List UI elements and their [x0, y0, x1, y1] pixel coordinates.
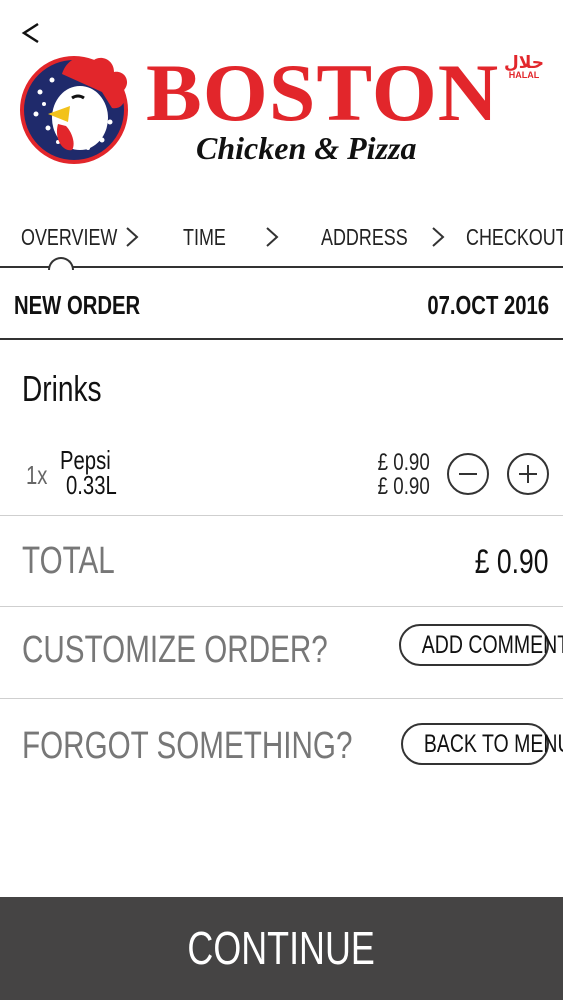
halal-label: HALAL	[508, 70, 540, 80]
halal-badge: حلال HALAL	[502, 54, 546, 80]
step-time[interactable]: TIME	[183, 224, 238, 251]
checkout-stepper: OVERVIEW TIME ADDRESS CHECKOUT	[0, 210, 563, 270]
item-line-price: £ 0.90	[377, 473, 430, 500]
order-label: NEW ORDER	[14, 290, 141, 320]
step-checkout[interactable]: CHECKOUT	[466, 224, 563, 251]
total-row: TOTAL £ 0.90	[0, 516, 563, 607]
forgot-label: FORGOT SOMETHING?	[22, 725, 353, 767]
logo-subtitle: Chicken & Pizza	[196, 130, 417, 166]
decrease-quantity-button[interactable]	[447, 453, 489, 495]
chevron-right-icon	[126, 227, 139, 247]
customize-label: CUSTOMIZE ORDER?	[22, 629, 328, 671]
minus-icon	[459, 473, 477, 475]
item-name-line2: 0.33L	[66, 470, 117, 500]
total-value: £ 0.90	[475, 543, 549, 581]
list-item: 1x Pepsi 0.33L £ 0.90 £ 0.90	[0, 440, 563, 516]
chevron-right-icon	[266, 227, 279, 247]
item-unit-price: £ 0.90	[377, 449, 430, 476]
stepper-divider	[0, 266, 563, 268]
increase-quantity-button[interactable]	[507, 453, 549, 495]
total-label: TOTAL	[22, 540, 115, 582]
order-date: 07.OCT 2016	[427, 290, 549, 320]
item-name: Pepsi 0.33L	[60, 447, 131, 500]
step-address[interactable]: ADDRESS	[321, 224, 432, 251]
item-quantity: 1x	[26, 460, 48, 490]
forgot-row: FORGOT SOMETHING? BACK TO MENU	[0, 699, 563, 791]
chevron-right-icon	[432, 227, 445, 247]
back-to-menu-button[interactable]: BACK TO MENU	[401, 723, 563, 765]
add-comment-button[interactable]: ADD COMMENT	[399, 624, 563, 666]
customize-row: CUSTOMIZE ORDER? ADD COMMENT	[0, 607, 563, 699]
logo-wordmark: BOSTON	[146, 47, 500, 138]
continue-label: CONTINUE	[187, 922, 376, 974]
halal-arabic-text: حلال	[504, 53, 544, 72]
chevron-left-icon	[21, 22, 39, 44]
brand-logo: BOSTON Chicken & Pizza حلال HALAL	[18, 52, 548, 172]
active-step-indicator	[48, 257, 74, 270]
continue-button[interactable]: CONTINUE	[0, 897, 563, 1000]
back-button[interactable]	[18, 16, 48, 50]
order-header: NEW ORDER 07.OCT 2016	[0, 270, 563, 340]
category-title: Drinks	[22, 368, 102, 409]
rooster-emblem-icon	[20, 56, 128, 164]
